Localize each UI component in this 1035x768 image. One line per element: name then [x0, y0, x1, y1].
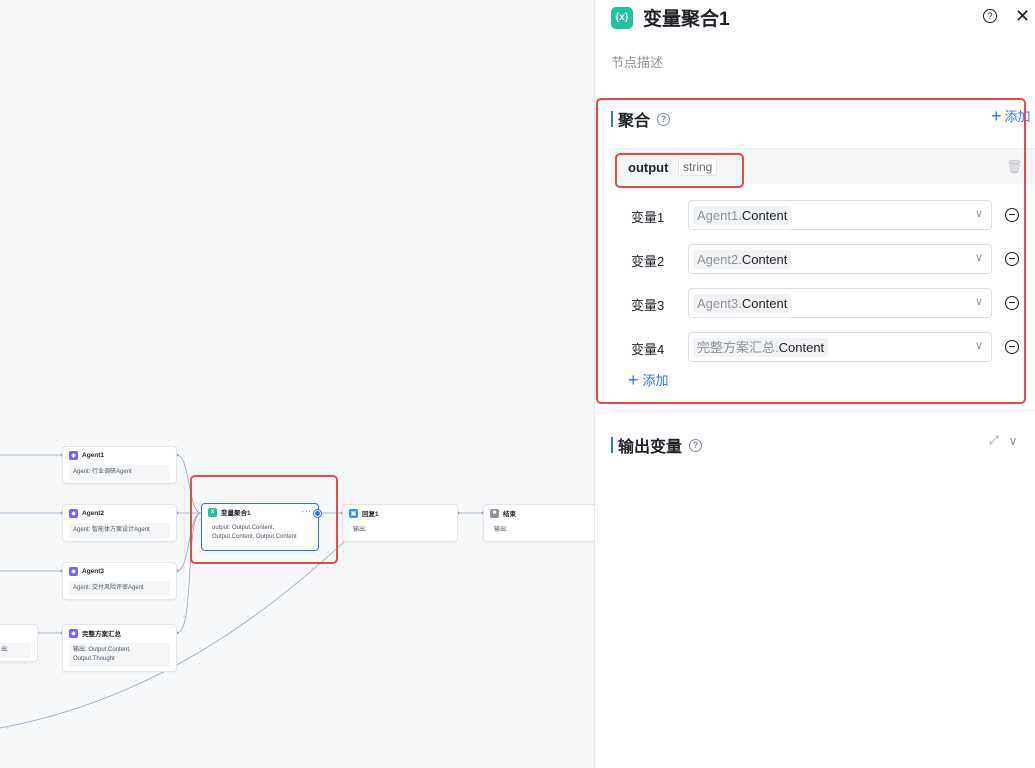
- section-accent-bar: [611, 437, 613, 453]
- expand-icon[interactable]: ⤢: [989, 433, 999, 448]
- node-partial-left[interactable]: 出:: [0, 624, 38, 662]
- ref-source: Agent2.: [697, 252, 742, 267]
- node-agent1-title: Agent1: [82, 451, 105, 459]
- more-icon[interactable]: ···: [302, 509, 312, 516]
- plus-icon: +: [628, 369, 639, 390]
- add-variable-label: 添加: [642, 373, 669, 388]
- add-group-label: 添加: [1004, 109, 1031, 124]
- agent-icon: ◆: [69, 628, 78, 638]
- variable-label: 变量4: [631, 342, 665, 357]
- agent-icon: ◆: [69, 508, 78, 518]
- ref-source: 完整方案汇总.: [697, 340, 779, 355]
- variable-row: 变量4 完整方案汇总.Content ∨: [631, 332, 1026, 362]
- node-aggregator-sub-line2: Output.Content, Output.Content: [212, 534, 297, 540]
- node-agent2[interactable]: ◆ Agent2 Agent: 智能体方案设计Agent: [62, 504, 177, 542]
- node-aggregator[interactable]: x 变量聚合1 ··· output: Output.Content, Outp…: [201, 503, 321, 551]
- aggregate-section-title: 聚合 ?: [611, 107, 671, 131]
- remove-circle-icon[interactable]: [1005, 252, 1019, 266]
- node-agent1[interactable]: ◆ Agent1 Agent: 行业调研Agent: [62, 446, 177, 484]
- output-section-controls: ⤢ ∨: [989, 433, 1027, 448]
- variable-select[interactable]: Agent2.Content ∨: [688, 244, 992, 274]
- help-icon[interactable]: ?: [689, 438, 703, 452]
- node-summary-sub-line1: 输出: Output.Content,: [73, 647, 131, 653]
- variable-ref-chip: Agent1.Content: [693, 206, 792, 225]
- node-end-sub: 输出:: [490, 523, 592, 538]
- edge-agent3-agg: [176, 512, 202, 572]
- output-port[interactable]: [314, 510, 321, 517]
- node-agent2-sub: Agent: 智能体方案设计Agent: [69, 523, 170, 538]
- node-agent3-sub: Agent: 交付风险评审Agent: [69, 581, 170, 596]
- node-reply-title: 回复1: [362, 511, 379, 518]
- variable-select[interactable]: Agent3.Content ∨: [688, 288, 992, 318]
- plus-icon: +: [991, 105, 1002, 126]
- add-variable-button[interactable]: + 添加: [628, 370, 669, 389]
- remove-circle-icon[interactable]: [1005, 340, 1019, 354]
- node-description-input[interactable]: 节点描述: [611, 52, 663, 71]
- variable-select[interactable]: Agent1.Content ∨: [688, 200, 992, 230]
- node-summary-title: 完整方案汇总: [82, 631, 121, 638]
- node-end-title: 结束: [503, 511, 516, 518]
- node-agent3[interactable]: ◆ Agent3 Agent: 交付风险评审Agent: [62, 562, 177, 600]
- reply-icon: ▣: [349, 508, 358, 518]
- section-divider: [611, 410, 1035, 411]
- chevron-down-icon: ∨: [974, 208, 983, 220]
- remove-circle-icon[interactable]: [1005, 208, 1019, 222]
- ref-source: Agent1.: [697, 208, 742, 223]
- variable-row: 变量2 Agent2.Content ∨: [631, 244, 1026, 274]
- group-variable-name[interactable]: output: [628, 160, 668, 175]
- chevron-down-icon: ∨: [974, 296, 983, 308]
- add-group-button[interactable]: + 添加: [991, 106, 1031, 125]
- variable-ref-chip: Agent2.Content: [693, 250, 792, 269]
- ref-source: Agent3.: [697, 296, 742, 311]
- node-aggregator-title: 变量聚合1: [221, 510, 251, 517]
- node-aggregator-sub-line1: output: Output.Content,: [212, 525, 275, 531]
- node-reply-sub: 输出:: [349, 523, 451, 538]
- help-icon[interactable]: ?: [983, 9, 997, 23]
- workflow-canvas[interactable]: 出: ◆ Agent1 Agent: 行业调研Agent ◆ Agent2 Agen…: [0, 0, 594, 768]
- output-title-text: 输出变量: [618, 439, 683, 456]
- chevron-down-icon: ∨: [974, 252, 983, 264]
- remove-circle-icon[interactable]: [1005, 296, 1019, 310]
- node-agent3-title: Agent3: [82, 567, 105, 575]
- panel-header: {x} 变量聚合1: [611, 4, 730, 31]
- variable-label: 变量3: [631, 298, 665, 313]
- group-type-badge: string: [678, 158, 718, 176]
- node-summary-sub-line2: Output.Thought: [73, 656, 115, 662]
- variable-ref-chip: 完整方案汇总.Content: [693, 338, 829, 357]
- section-accent-bar: [611, 111, 613, 127]
- ref-field: Content: [741, 208, 788, 223]
- variable-ref-chip: Agent3.Content: [693, 294, 792, 313]
- chevron-down-icon[interactable]: ∨: [1009, 434, 1018, 448]
- node-end[interactable]: ■ 结束 输出:: [483, 504, 594, 542]
- chevron-down-icon: ∨: [974, 340, 983, 352]
- variable-label: 变量1: [631, 210, 665, 225]
- aggregator-icon: x: [208, 507, 217, 517]
- edge-summary-agg: [176, 512, 202, 634]
- trash-icon[interactable]: 🗑: [1006, 159, 1023, 175]
- ref-field: Content: [778, 340, 825, 355]
- node-reply[interactable]: ▣ 回复1 输出:: [342, 504, 458, 542]
- node-agent1-sub: Agent: 行业调研Agent: [69, 465, 170, 480]
- variable-select[interactable]: 完整方案汇总.Content ∨: [688, 332, 992, 362]
- aggregate-title-text: 聚合: [618, 113, 651, 130]
- close-icon[interactable]: ✕: [1015, 6, 1030, 27]
- node-partial-left-sub: 出:: [0, 643, 31, 658]
- variable-row: 变量3 Agent3.Content ∨: [631, 288, 1026, 318]
- node-config-panel: {x} 变量聚合1 ? ✕ 节点描述 聚合 ? + 添加 output stri…: [594, 0, 1035, 768]
- variable-aggregator-icon: {x}: [611, 6, 633, 29]
- ref-field: Content: [741, 296, 788, 311]
- end-icon: ■: [490, 508, 499, 518]
- variable-row: 变量1 Agent1.Content ∨: [631, 200, 1026, 230]
- help-icon[interactable]: ?: [657, 112, 671, 126]
- aggregate-group-header: output string 🗑: [611, 148, 1035, 184]
- variable-label: 变量2: [631, 254, 665, 269]
- output-section-title: 输出变量 ?: [611, 433, 703, 457]
- panel-title[interactable]: 变量聚合1: [643, 4, 730, 31]
- node-summary[interactable]: ◆ 完整方案汇总 输出: Output.Content, Output.Thoug…: [62, 624, 177, 672]
- edge-agent1-agg: [176, 454, 202, 514]
- agent-icon: ◆: [69, 450, 78, 460]
- node-agent2-title: Agent2: [82, 509, 105, 517]
- ref-field: Content: [741, 252, 788, 267]
- agent-icon: ◆: [69, 566, 78, 576]
